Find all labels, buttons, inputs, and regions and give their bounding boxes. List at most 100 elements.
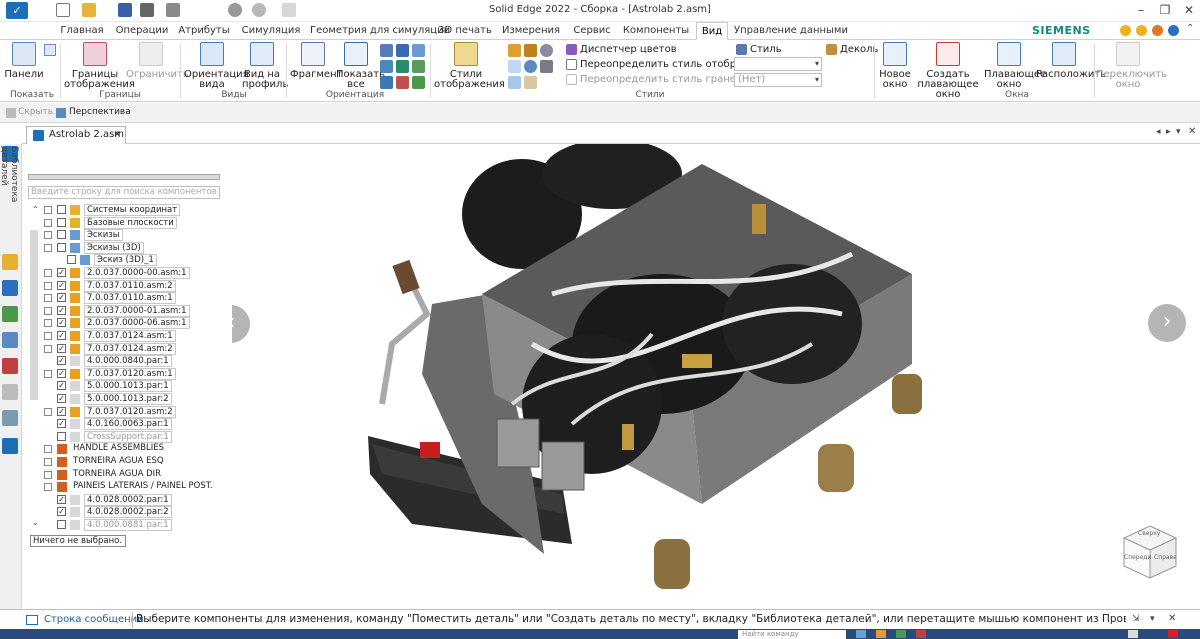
smiley-feedback-icon[interactable] xyxy=(1120,25,1131,36)
display-styles-button[interactable]: Стили отображения xyxy=(434,42,505,90)
maximize-icon[interactable]: ❐ xyxy=(1156,2,1174,18)
tree-row[interactable]: ✓ 5.0.000.1013.par:1 xyxy=(44,380,232,393)
expand-toggle-icon[interactable] xyxy=(44,218,52,227)
tree-row[interactable]: ✓ 2.0.037.0000-00.asm:1 xyxy=(44,267,232,279)
minimize-icon[interactable]: – xyxy=(1132,2,1150,18)
message-pin-icon[interactable]: ⇲ xyxy=(1132,614,1140,624)
visibility-checkbox[interactable]: ✓ xyxy=(57,343,66,353)
tab-features[interactable]: Операции xyxy=(114,22,170,40)
hide-button[interactable]: Скрыть xyxy=(18,107,53,117)
view-cube-front-label[interactable]: Спереди xyxy=(1124,554,1151,561)
spin-icon[interactable] xyxy=(412,60,425,73)
tree-row[interactable]: Базовые плоскости xyxy=(44,216,232,229)
tree-row[interactable]: HANDLE ASSEMBLIES xyxy=(44,443,232,455)
tree-row[interactable]: ✓ 7.0.037.0120.asm:2 xyxy=(44,405,232,418)
visibility-checkbox[interactable] xyxy=(57,217,66,227)
style-label[interactable]: Стиль xyxy=(750,44,782,55)
expand-toggle-icon[interactable] xyxy=(44,243,52,252)
shaded-icon[interactable] xyxy=(508,44,521,57)
close-all-icon[interactable]: ✕ xyxy=(1188,126,1196,137)
command-search-input[interactable]: Найти команду xyxy=(738,630,846,639)
expand-toggle-icon[interactable] xyxy=(44,458,52,466)
background-icon[interactable] xyxy=(508,60,521,73)
view-cube[interactable]: Сверху Спереди Справа xyxy=(1120,522,1180,582)
tree-row[interactable]: Системы координат xyxy=(44,204,232,216)
tab-simulation[interactable]: Симуляция xyxy=(240,22,302,40)
visibility-checkbox[interactable]: ✓ xyxy=(57,331,66,340)
visibility-checkbox[interactable] xyxy=(57,230,66,240)
panels-button[interactable]: Панели xyxy=(4,42,44,80)
tab-components[interactable]: Компоненты xyxy=(622,22,690,40)
tree-row[interactable]: Эскиз (3D)_1 xyxy=(44,254,232,267)
display-bounds-button[interactable]: Границы отображения xyxy=(64,42,135,90)
create-floating-button[interactable]: Создать плавающее окно xyxy=(912,42,984,100)
visibility-checkbox[interactable]: ✓ xyxy=(57,280,66,290)
color-manager-icon[interactable] xyxy=(566,44,577,55)
visibility-checkbox[interactable]: ✓ xyxy=(57,318,66,328)
expand-toggle-icon[interactable] xyxy=(44,306,52,315)
style-icon[interactable] xyxy=(736,44,747,55)
pin-icon[interactable] xyxy=(44,44,56,56)
switch-window-button[interactable]: Переключить окно xyxy=(1096,42,1167,90)
tab-scroll-left-icon[interactable]: ◂ xyxy=(1156,127,1161,137)
expand-toggle-icon[interactable] xyxy=(44,344,52,353)
visibility-checkbox[interactable]: ✓ xyxy=(57,507,66,517)
tab-scroll-right-icon[interactable]: ▸ xyxy=(1166,127,1171,137)
expand-toggle-icon[interactable] xyxy=(44,294,52,303)
shadow-icon[interactable] xyxy=(540,60,553,73)
visibility-checkbox[interactable]: ✓ xyxy=(57,368,66,378)
taskbar-app-1-icon[interactable] xyxy=(856,630,866,638)
override-display-checkbox[interactable] xyxy=(566,59,577,70)
display-style-combo[interactable]: ▾ xyxy=(734,57,822,71)
hide-icon[interactable] xyxy=(6,108,16,118)
parts-library-label[interactable]: Библиотека деталей xyxy=(0,146,19,236)
tree-row[interactable]: TORNEIRA AGUA DIR xyxy=(44,468,232,481)
profile-view-button[interactable]: Вид на профиль xyxy=(242,42,288,90)
tree-row[interactable]: ✓ 7.0.037.0110.asm:1 xyxy=(44,292,232,305)
ribbon-collapse-icon[interactable]: ⌃ xyxy=(1186,23,1194,34)
tree-row[interactable]: ✓ 7.0.037.0110.asm:2 xyxy=(44,279,232,292)
sphere-icon[interactable] xyxy=(540,44,553,57)
tree-row[interactable]: PAINEIS LATERAIS / PAINEL POST. xyxy=(44,481,232,493)
expand-toggle-icon[interactable] xyxy=(44,281,52,290)
features-icon[interactable] xyxy=(2,332,18,348)
help-icon[interactable] xyxy=(1168,25,1179,36)
visibility-checkbox[interactable]: ✓ xyxy=(57,293,66,303)
sad-feedback-icon[interactable] xyxy=(1152,25,1163,36)
help-panel-icon[interactable] xyxy=(2,280,18,296)
expand-toggle-icon[interactable] xyxy=(44,206,52,214)
visibility-checkbox[interactable]: ✓ xyxy=(57,494,66,504)
tree-row[interactable]: ✓ 4.0.028.0002.par:1 xyxy=(44,493,232,506)
layers-icon[interactable] xyxy=(2,306,18,322)
rotate-icon[interactable] xyxy=(396,60,409,73)
message-bar-icon[interactable] xyxy=(26,615,38,625)
taskbar-app-4-icon[interactable] xyxy=(916,630,926,638)
message-options-icon[interactable]: ▾ xyxy=(1150,614,1155,624)
expand-toggle-icon[interactable] xyxy=(44,332,52,340)
expand-toggle-icon[interactable] xyxy=(44,231,52,240)
view-cube-top-label[interactable]: Сверху xyxy=(1138,530,1160,537)
tree-scroll-up-icon[interactable]: ⌃ xyxy=(32,205,39,214)
panel-splitter[interactable] xyxy=(28,174,220,180)
pan-icon[interactable] xyxy=(380,60,393,73)
perspective-icon[interactable] xyxy=(56,108,66,118)
tree-scroll-down-icon[interactable]: ⌄ xyxy=(32,518,39,527)
visibility-checkbox[interactable]: ✓ xyxy=(57,356,66,366)
reflection-icon[interactable] xyxy=(524,60,537,73)
tab-data-management[interactable]: Управление данными xyxy=(734,22,848,40)
tree-row[interactable]: ✓ 2.0.037.0000-01.asm:1 xyxy=(44,304,232,317)
tree-row[interactable]: TORNEIRA AGUA ESQ xyxy=(44,456,232,468)
visibility-checkbox[interactable] xyxy=(57,242,66,252)
message-bar-label[interactable]: Строка сообщений xyxy=(44,614,144,625)
tree-row[interactable]: ✓ 7.0.037.0124.asm:2 xyxy=(44,342,232,355)
override-faces-checkbox[interactable] xyxy=(566,74,577,85)
visibility-checkbox[interactable] xyxy=(67,255,76,265)
render-icon[interactable] xyxy=(524,76,537,89)
doc-tab-astrolab[interactable]: Astrolab 2.asm ✕ xyxy=(26,126,126,144)
align-view-icon[interactable] xyxy=(396,76,409,89)
relations-icon[interactable] xyxy=(2,384,18,400)
taskbar-app-3-icon[interactable] xyxy=(896,630,906,638)
expand-toggle-icon[interactable] xyxy=(44,483,52,492)
tree-row[interactable]: CrossSupport.par:1 xyxy=(44,430,232,443)
fit-icon[interactable] xyxy=(412,44,425,57)
